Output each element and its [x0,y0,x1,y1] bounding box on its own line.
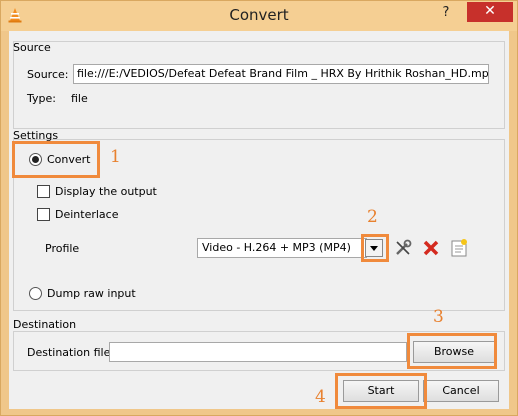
profile-select[interactable]: Video - H.264 + MP3 (MP4) [197,238,367,258]
display-output-checkbox[interactable] [37,185,50,198]
annotation-number-1: 1 [110,147,121,167]
convert-dialog: Convert ? ✕ Source Source: file:///E:/VE… [0,0,518,416]
new-profile-icon[interactable] [449,238,469,258]
source-path-field[interactable]: file:///E:/VEDIOS/Defeat Defeat Brand Fi… [73,64,489,84]
deinterlace-checkbox[interactable] [37,208,50,221]
type-label: Type: [27,92,56,105]
highlight-box-convert [12,141,100,178]
dump-raw-label[interactable]: Dump raw input [47,287,136,300]
title-bar: Convert ? ✕ [1,1,517,31]
source-group [13,41,505,129]
dump-raw-radio[interactable] [29,287,42,300]
annotation-number-2: 2 [367,207,378,227]
annotation-number-4: 4 [315,387,326,407]
annotation-number-3: 3 [433,307,444,327]
deinterlace-label[interactable]: Deinterlace [55,208,118,221]
close-button[interactable]: ✕ [467,2,513,22]
destination-file-field[interactable] [109,342,407,362]
source-group-label: Source [13,41,51,54]
delete-profile-icon[interactable] [421,238,441,258]
edit-profile-wrench-icon[interactable] [393,238,413,258]
profile-label: Profile [45,242,80,255]
highlight-box-profile-dropdown [361,234,389,262]
help-button[interactable]: ? [436,5,456,23]
highlight-box-browse [407,333,497,369]
type-value: file [71,92,88,105]
source-label: Source: [27,68,69,81]
destination-file-label: Destination file: [27,346,115,359]
destination-group-label: Destination [13,318,77,331]
cancel-button[interactable]: Cancel [423,380,499,402]
display-output-label[interactable]: Display the output [55,185,157,198]
highlight-box-start [335,373,427,409]
